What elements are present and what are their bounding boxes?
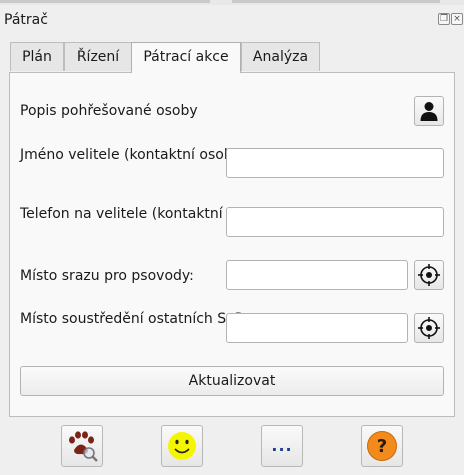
smiley-icon — [168, 432, 196, 460]
tab-plan[interactable]: Plán — [10, 42, 64, 71]
tab-rizeni[interactable]: Řízení — [64, 42, 132, 71]
help-button[interactable]: ? — [361, 425, 403, 467]
person-icon — [420, 102, 438, 121]
commander-name-input[interactable] — [226, 148, 444, 178]
update-button[interactable]: Aktualizovat — [20, 366, 444, 396]
others-gathering-label: Místo soustředění ostatních SaP: — [20, 311, 248, 327]
tab-patraci-akce[interactable]: Pátrací akce — [131, 42, 241, 73]
smiley-button[interactable] — [161, 425, 203, 467]
help-icon-label: ? — [376, 435, 388, 457]
close-icon[interactable]: × — [451, 13, 463, 25]
commander-phone-label: Telefon na velitele (kontaktní os.): — [20, 206, 258, 222]
dog-meeting-label: Místo srazu pro psovody: — [20, 268, 194, 284]
missing-person-label: Popis pohřešované osoby — [20, 103, 198, 119]
commander-phone-input[interactable] — [226, 207, 444, 237]
crosshair-icon — [418, 317, 440, 339]
dock-title-bar: Pátrač ❐ × — [0, 8, 464, 32]
paw-search-icon — [69, 431, 98, 462]
patraci-akce-panel: Popis pohřešované osoby Jméno velitele (… — [9, 72, 455, 417]
tab-analyza[interactable]: Analýza — [241, 42, 320, 71]
commander-name-label: Jméno velitele (kontaktní osoby): — [20, 147, 252, 163]
more-button[interactable]: ... — [261, 425, 303, 467]
others-gathering-input[interactable] — [226, 313, 408, 343]
window-top-edge — [0, 0, 464, 5]
dog-meeting-pick-button[interactable] — [414, 260, 444, 290]
crosshair-icon — [418, 264, 440, 286]
paw-search-button[interactable] — [61, 425, 103, 467]
float-icon[interactable]: ❐ — [438, 13, 450, 25]
more-icon: ... — [271, 436, 293, 455]
missing-person-button[interactable] — [414, 96, 444, 126]
others-gathering-pick-button[interactable] — [414, 313, 444, 343]
dog-meeting-input[interactable] — [226, 260, 408, 290]
window-title: Pátrač — [4, 12, 48, 28]
help-icon: ? — [367, 431, 397, 461]
